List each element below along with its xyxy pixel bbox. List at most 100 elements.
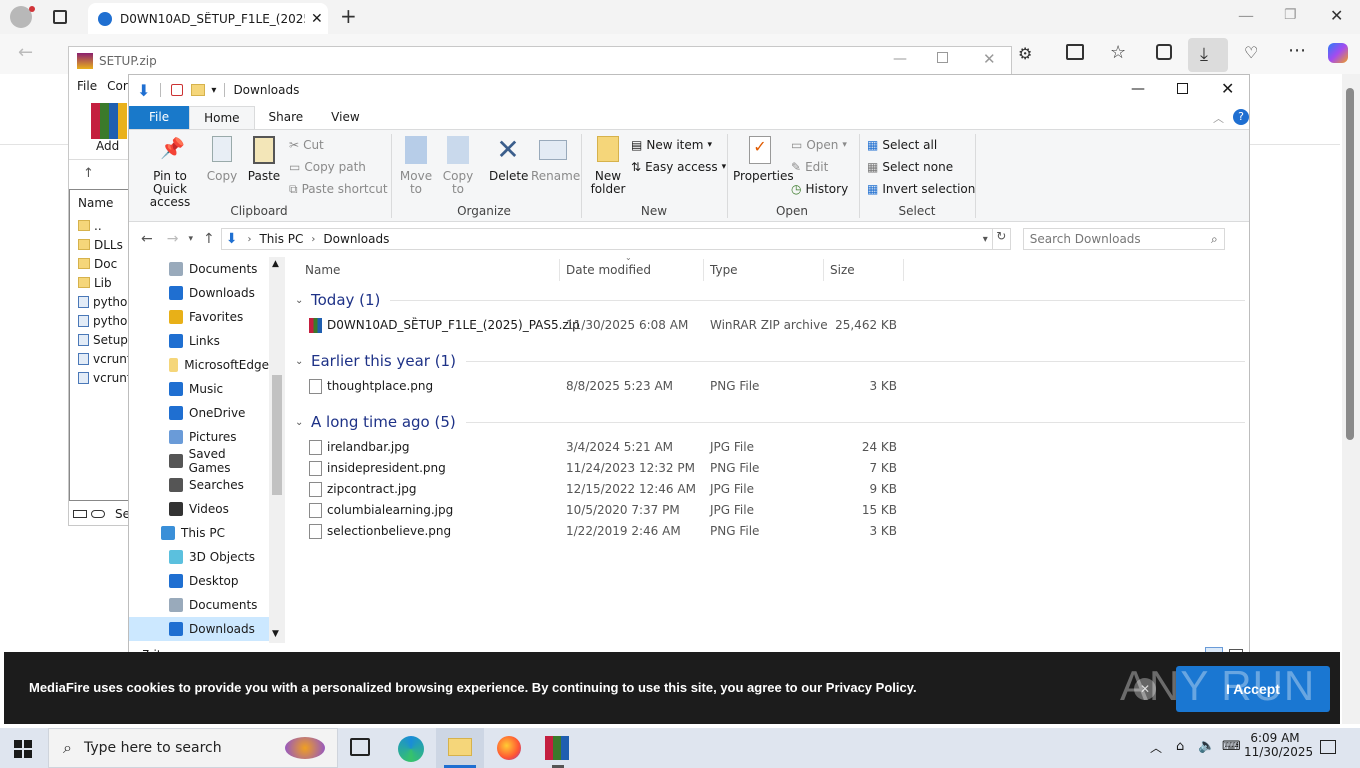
downloads-button[interactable]: ⤓ bbox=[1188, 38, 1228, 72]
nav-item-music[interactable]: Music bbox=[129, 377, 269, 401]
history-button[interactable]: ◷ History bbox=[791, 178, 848, 200]
explorer-minimize-icon[interactable]: — bbox=[1131, 81, 1145, 97]
new-item-button[interactable]: ▤ New item ▾ bbox=[631, 134, 726, 156]
nav-back-icon[interactable]: ← bbox=[141, 231, 153, 247]
nav-item-videos[interactable]: Videos bbox=[129, 497, 269, 521]
nav-item-pictures[interactable]: Pictures bbox=[129, 425, 269, 449]
paste-button[interactable]: Paste bbox=[247, 136, 281, 183]
minimize-icon[interactable]: — bbox=[1238, 6, 1254, 25]
nav-scrollbar[interactable]: ▲ ▼ bbox=[269, 257, 285, 643]
nav-scroll-up-icon[interactable]: ▲ bbox=[272, 259, 279, 269]
nav-item-links[interactable]: Links bbox=[129, 329, 269, 353]
winrar-file-row[interactable]: vcrunt bbox=[78, 368, 135, 387]
easy-access-button[interactable]: ⇅ Easy access ▾ bbox=[631, 156, 726, 178]
breadcrumb-downloads[interactable]: Downloads bbox=[323, 232, 389, 246]
close-tab-icon[interactable]: ✕ bbox=[311, 11, 323, 27]
nav-scroll-down-icon[interactable]: ▼ bbox=[272, 629, 279, 639]
nav-item-downloads[interactable]: Downloads bbox=[129, 281, 269, 305]
winrar-maximize-icon[interactable] bbox=[937, 52, 948, 63]
page-scrollbar[interactable] bbox=[1342, 74, 1360, 724]
group-header[interactable]: ⌄ Earlier this year (1) bbox=[293, 350, 1245, 372]
file-row[interactable]: insidepresident.png 11/24/2023 12:32 PM PN… bbox=[293, 458, 1245, 479]
winrar-add-label[interactable]: Add bbox=[96, 139, 119, 153]
winrar-add-icon[interactable] bbox=[91, 103, 127, 139]
properties-button[interactable]: ✓ Properties bbox=[733, 136, 794, 183]
winrar-file-row[interactable]: python bbox=[78, 292, 135, 311]
language-icon[interactable]: ⌨ bbox=[1222, 739, 1241, 754]
invert-selection-button[interactable]: ▦ Invert selection bbox=[867, 178, 975, 200]
copy-to-button[interactable]: Copy to bbox=[441, 136, 475, 196]
notifications-icon[interactable] bbox=[1320, 740, 1336, 754]
nav-item-favorites[interactable]: Favorites bbox=[129, 305, 269, 329]
explorer-maximize-icon[interactable] bbox=[1177, 83, 1188, 94]
explorer-close-icon[interactable]: ✕ bbox=[1221, 79, 1234, 98]
winrar-file-row[interactable]: Setup. bbox=[78, 330, 135, 349]
pin-quick-access-button[interactable]: 📌 Pin to Quick access bbox=[135, 136, 205, 209]
nav-item-saved-games[interactable]: Saved Games bbox=[129, 447, 269, 475]
taskbar-search-box[interactable]: ⌕ Type here to search bbox=[48, 728, 338, 768]
tab-home[interactable]: Home bbox=[189, 106, 255, 129]
edge-taskbar-icon[interactable] bbox=[398, 736, 424, 762]
winrar-minimize-icon[interactable]: — bbox=[893, 51, 907, 67]
open-button[interactable]: ▭ Open ▾ bbox=[791, 134, 848, 156]
start-button[interactable] bbox=[14, 740, 32, 758]
copilot-icon[interactable] bbox=[1328, 43, 1348, 63]
address-dropdown-icon[interactable]: ▾ bbox=[983, 234, 988, 245]
recent-locations-icon[interactable]: ▾ bbox=[188, 234, 193, 244]
new-folder-button[interactable]: New folder bbox=[589, 136, 627, 196]
search-box[interactable]: Search Downloads ⌕ bbox=[1022, 228, 1225, 250]
task-view-icon[interactable] bbox=[350, 738, 370, 756]
network-icon[interactable]: ⌂ bbox=[1176, 739, 1184, 754]
split-screen-icon[interactable] bbox=[1066, 44, 1084, 60]
rename-button[interactable]: Rename bbox=[531, 136, 580, 183]
file-row[interactable]: zipcontract.jpg 12/15/2022 12:46 AM JPG Fi… bbox=[293, 479, 1245, 500]
copy-path-button[interactable]: ▭ Copy path bbox=[289, 156, 388, 178]
browser-tab-active[interactable]: D0WN10AD_SȄTUP_F1LE_(2025)_I ✕ bbox=[88, 3, 328, 34]
nav-forward-icon[interactable]: → bbox=[167, 231, 179, 247]
close-window-icon[interactable]: ✕ bbox=[1330, 6, 1343, 25]
address-bar[interactable]: ⬇ › This PC › Downloads ▾ bbox=[220, 228, 993, 250]
breadcrumb-this-pc[interactable]: This PC bbox=[259, 232, 303, 246]
refresh-icon[interactable]: ↻ bbox=[992, 228, 1011, 250]
winrar-file-row[interactable]: .. bbox=[78, 216, 135, 235]
winrar-file-row[interactable]: python bbox=[78, 311, 135, 330]
help-icon[interactable]: ? bbox=[1233, 109, 1249, 125]
file-row[interactable]: D0WN10AD_SȄTUP_F1LE_(2025)_PAS5.zip 11/30… bbox=[293, 315, 1245, 336]
nav-up-icon[interactable]: ↑ bbox=[203, 231, 215, 247]
show-hidden-icons-icon[interactable]: ︿ bbox=[1150, 739, 1162, 756]
move-to-button[interactable]: Move to bbox=[399, 136, 433, 196]
nav-item-documents[interactable]: Documents bbox=[129, 593, 269, 617]
cut-button[interactable]: ✂ Cut bbox=[289, 134, 388, 156]
properties-quick-icon[interactable] bbox=[171, 84, 184, 96]
file-row[interactable]: selectionbelieve.png 1/22/2019 2:46 AM PNG… bbox=[293, 521, 1245, 542]
tab-share[interactable]: Share bbox=[255, 106, 318, 129]
column-size[interactable]: Size bbox=[830, 263, 855, 277]
nav-scrollbar-thumb[interactable] bbox=[272, 375, 282, 495]
customize-qat-icon[interactable]: ▾ bbox=[211, 85, 216, 96]
nav-item-microsoftedge[interactable]: MicrosoftEdge bbox=[129, 353, 269, 377]
nav-item-documents[interactable]: Documents bbox=[129, 257, 269, 281]
tab-view[interactable]: View bbox=[317, 106, 373, 129]
browser-essentials-icon[interactable]: ♡ bbox=[1244, 43, 1258, 62]
collapse-ribbon-icon[interactable]: ︿ bbox=[1213, 110, 1224, 126]
select-all-button[interactable]: ▦ Select all bbox=[867, 134, 975, 156]
winrar-file-row[interactable]: Doc bbox=[78, 254, 135, 273]
nav-item-this-pc[interactable]: This PC bbox=[129, 521, 269, 545]
favorites-star-icon[interactable]: ☆ bbox=[1110, 42, 1126, 63]
new-tab-icon[interactable]: + bbox=[340, 4, 357, 28]
collapse-group-icon[interactable]: ⌄ bbox=[295, 356, 309, 367]
group-header[interactable]: ⌄ Today (1) bbox=[293, 289, 1245, 311]
delete-button[interactable]: ✕ Delete bbox=[489, 136, 528, 183]
quick-access-download-icon[interactable]: ⬇ bbox=[137, 81, 150, 100]
column-type[interactable]: Type bbox=[710, 263, 738, 277]
restore-icon[interactable]: ❐ bbox=[1284, 7, 1297, 23]
paste-shortcut-button[interactable]: ⧉ Paste shortcut bbox=[289, 178, 388, 200]
new-folder-quick-icon[interactable] bbox=[191, 84, 206, 96]
more-menu-icon[interactable]: ⋯ bbox=[1288, 40, 1306, 61]
group-header[interactable]: ⌄ A long time ago (5) bbox=[293, 411, 1245, 433]
winrar-up-icon[interactable]: ↑ bbox=[83, 166, 94, 181]
clock[interactable]: 6:09 AM 11/30/2025 bbox=[1244, 731, 1313, 759]
winrar-taskbar-icon[interactable] bbox=[545, 736, 569, 760]
winrar-file-row[interactable]: Lib bbox=[78, 273, 135, 292]
explorer-taskbar-button[interactable] bbox=[436, 728, 484, 768]
